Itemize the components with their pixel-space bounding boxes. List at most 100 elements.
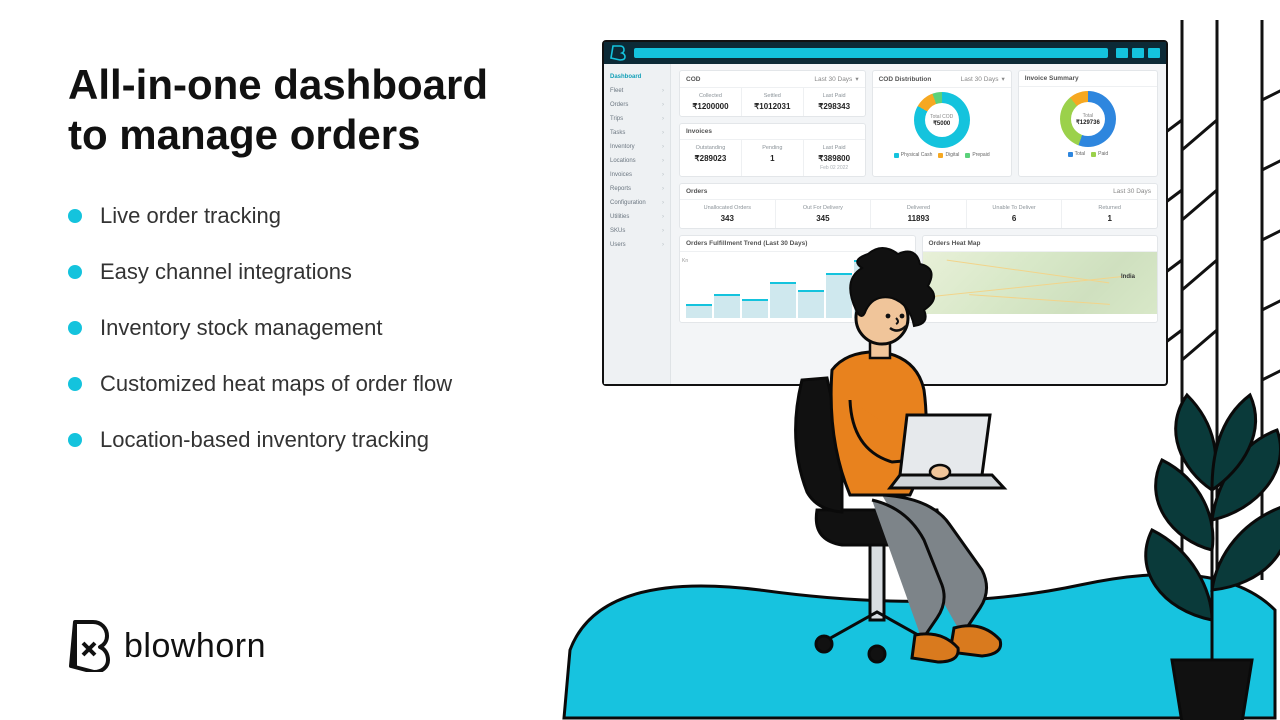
bullet-item: Location-based inventory tracking	[68, 427, 588, 453]
sidebar-item-fleet[interactable]: Fleet›	[604, 84, 670, 98]
bullet-item: Live order tracking	[68, 203, 588, 229]
chevron-right-icon: ›	[662, 200, 664, 206]
panel-cod-dist-range[interactable]: Last 30 Days▾	[961, 75, 1005, 83]
panel-cod-distribution: COD DistributionLast 30 Days▾ Total COD₹…	[872, 70, 1012, 177]
stat-value: ₹289023	[680, 154, 741, 163]
sidebar-item-locations[interactable]: Locations›	[604, 154, 670, 168]
chevron-right-icon: ›	[662, 214, 664, 220]
legend-label: Physical Cash	[901, 152, 933, 158]
bullet-dot-icon	[68, 321, 82, 335]
panel-orders-title: Orders	[686, 188, 707, 195]
dashboard-url-bar[interactable]	[634, 48, 1108, 58]
map-country-label: India	[1121, 274, 1135, 280]
stat-value: 6	[967, 214, 1062, 223]
panel-orders-range[interactable]: Last 30 Days	[1113, 188, 1151, 195]
stat-value: ₹1200000	[680, 102, 741, 111]
headline: All-in-one dashboard to manage orders	[68, 60, 588, 159]
panel-cod-range[interactable]: Last 30 Days▾	[814, 75, 858, 83]
chevron-right-icon: ›	[662, 102, 664, 108]
stat-sub: Feb 02 2022	[804, 165, 865, 171]
bullet-item: Easy channel integrations	[68, 259, 588, 285]
sidebar-item-dashboard[interactable]: Dashboard	[604, 70, 670, 84]
window-min-icon[interactable]	[1116, 48, 1128, 58]
dashboard-logo-icon	[610, 45, 626, 61]
sidebar-item-invoices[interactable]: Invoices›	[604, 168, 670, 182]
stat-label: Delivered	[871, 205, 966, 211]
legend-swatch-icon	[1068, 152, 1073, 157]
sidebar-item-skus[interactable]: SKUs›	[604, 224, 670, 238]
chevron-right-icon: ›	[662, 186, 664, 192]
donut-center-value: ₹129736	[1076, 119, 1100, 126]
chevron-right-icon: ›	[662, 130, 664, 136]
panel-cod-title: COD	[686, 76, 700, 83]
sidebar-item-trips[interactable]: Trips›	[604, 112, 670, 126]
legend-label: Prepaid	[972, 152, 989, 158]
dashboard-sidebar: Dashboard Fleet› Orders› Trips› Tasks› I…	[604, 64, 671, 384]
chevron-right-icon: ›	[662, 228, 664, 234]
bullet-text: Customized heat maps of order flow	[100, 371, 452, 397]
window-buttons	[1116, 48, 1160, 58]
legend: Total Paid	[1068, 151, 1109, 157]
sidebar-item-utilities[interactable]: Utilities›	[604, 210, 670, 224]
stat-value: ₹298343	[804, 102, 865, 111]
stat-label: Last Paid	[804, 93, 865, 99]
plant-icon	[1062, 340, 1280, 720]
sidebar-item-configuration[interactable]: Configuration›	[604, 196, 670, 210]
stat-label: Collected	[680, 93, 741, 99]
legend-label: Total	[1075, 151, 1086, 157]
chevron-right-icon: ›	[662, 116, 664, 122]
bullet-item: Customized heat maps of order flow	[68, 371, 588, 397]
sidebar-item-tasks[interactable]: Tasks›	[604, 126, 670, 140]
bullet-dot-icon	[68, 377, 82, 391]
donut-center-value: ₹5000	[933, 120, 950, 127]
panel-cod: COD Last 30 Days▾ Collected ₹1200000 Settl…	[679, 70, 866, 117]
stat-value: 11893	[871, 214, 966, 223]
chevron-down-icon: ▾	[1002, 75, 1005, 83]
stat-value: ₹389800	[804, 154, 865, 163]
chevron-down-icon: ▾	[855, 75, 858, 83]
chevron-right-icon: ›	[662, 88, 664, 94]
brand-logo-icon	[68, 620, 110, 672]
bullet-text: Easy channel integrations	[100, 259, 352, 285]
bullet-text: Live order tracking	[100, 203, 281, 229]
legend-label: Digital	[945, 152, 959, 158]
bullet-text: Location-based inventory tracking	[100, 427, 429, 453]
stat-value: 1	[742, 154, 803, 163]
brand-block: blowhorn	[68, 620, 266, 672]
bullet-list: Live order tracking Easy channel integra…	[68, 203, 588, 453]
donut-chart-icon: Total₹129736	[1060, 91, 1116, 147]
window-max-icon[interactable]	[1132, 48, 1144, 58]
chevron-right-icon: ›	[662, 144, 664, 150]
stat-label: Last Paid	[804, 145, 865, 151]
chevron-right-icon: ›	[662, 172, 664, 178]
sidebar-item-users[interactable]: Users›	[604, 238, 670, 252]
y-axis-label: Kn	[682, 258, 688, 264]
bullet-dot-icon	[68, 265, 82, 279]
sidebar-item-reports[interactable]: Reports›	[604, 182, 670, 196]
panel-orders: OrdersLast 30 Days Unallocated Orders343…	[679, 183, 1158, 229]
legend-label: Paid	[1098, 151, 1108, 157]
headline-line2: to manage orders	[68, 111, 420, 158]
chevron-right-icon: ›	[662, 158, 664, 164]
legend-swatch-icon	[965, 153, 970, 158]
legend-swatch-icon	[938, 153, 943, 158]
stat-label: Unable To Deliver	[967, 205, 1062, 211]
legend-swatch-icon	[894, 153, 899, 158]
stat-label: Returned	[1062, 205, 1157, 211]
bullet-dot-icon	[68, 209, 82, 223]
legend-swatch-icon	[1091, 152, 1096, 157]
donut-chart-icon: Total COD₹5000	[914, 92, 970, 148]
chevron-right-icon: ›	[662, 242, 664, 248]
stat-label: Outstanding	[680, 145, 741, 151]
panel-invoices-title: Invoices	[686, 128, 712, 135]
bullet-text: Inventory stock management	[100, 315, 382, 341]
bullet-item: Inventory stock management	[68, 315, 588, 341]
panel-invoice-summary-title: Invoice Summary	[1025, 75, 1079, 82]
sidebar-item-inventory[interactable]: Inventory›	[604, 140, 670, 154]
stat-label: Pending	[742, 145, 803, 151]
sidebar-item-orders[interactable]: Orders›	[604, 98, 670, 112]
window-close-icon[interactable]	[1148, 48, 1160, 58]
stat-label: Settled	[742, 93, 803, 99]
stat-label: Out For Delivery	[776, 205, 871, 211]
headline-line1: All-in-one dashboard	[68, 61, 488, 108]
